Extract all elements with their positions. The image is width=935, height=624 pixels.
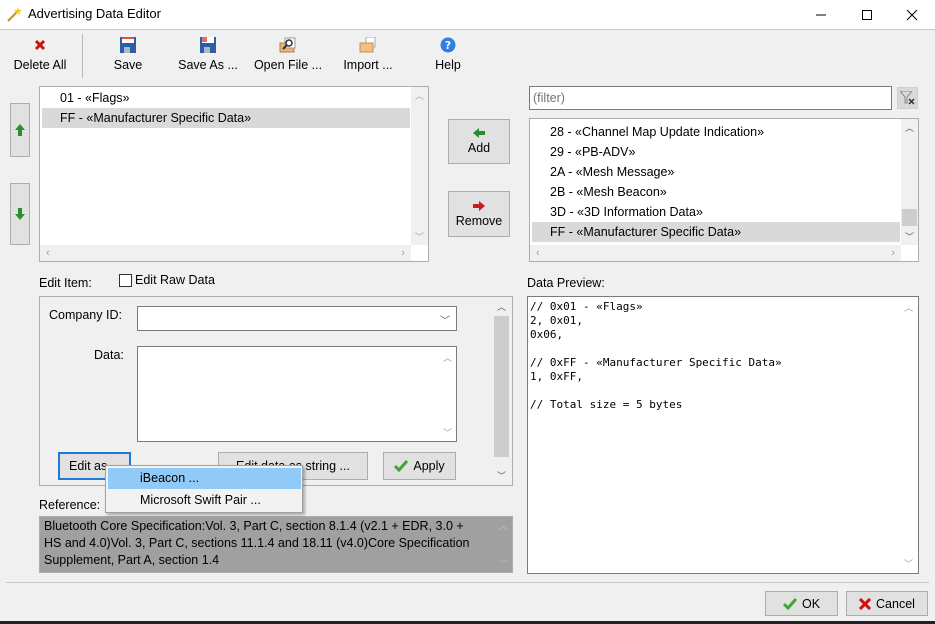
floppy-disk-icon: [119, 36, 137, 54]
scroll-up-icon[interactable]: ︿: [904, 301, 913, 314]
magic-wand-icon: [6, 5, 24, 23]
arrow-left-icon: [473, 128, 485, 138]
list-body: 28 - «Channel Map Update Indication» 29 …: [532, 122, 900, 242]
list-item[interactable]: 01 - «Flags»: [42, 88, 410, 108]
menu-item-ibeacon[interactable]: iBeacon ...: [108, 468, 301, 489]
minimize-button[interactable]: [798, 0, 844, 29]
help-icon: ?: [439, 36, 457, 54]
cancel-x-icon: [859, 597, 872, 610]
horizontal-scrollbar[interactable]: ‹ ›: [40, 245, 411, 261]
scroll-down-icon[interactable]: ﹀: [904, 557, 913, 570]
close-icon: [906, 9, 918, 20]
import-button[interactable]: Import ...: [336, 36, 400, 76]
floppy-disk-saveas-icon: [199, 36, 217, 54]
scroll-down-icon[interactable]: ﹀: [905, 230, 914, 243]
menu-item-microsoft-swift-pair[interactable]: Microsoft Swift Pair ...: [108, 490, 301, 511]
close-button[interactable]: [889, 0, 935, 29]
filter-input[interactable]: [529, 86, 892, 110]
help-button[interactable]: ? Help: [422, 36, 474, 76]
list-item[interactable]: 28 - «Channel Map Update Indication»: [532, 122, 900, 142]
vertical-scrollbar[interactable]: ︿ ﹀: [411, 87, 428, 245]
ok-button[interactable]: OK: [765, 591, 838, 616]
vertical-scrollbar[interactable]: ︿ ﹀: [493, 298, 511, 484]
vertical-scrollbar[interactable]: ︿ ﹀: [901, 119, 918, 245]
scroll-down-icon[interactable]: ﹀: [415, 230, 424, 243]
vertical-scrollbar[interactable]: ︿ ﹀: [495, 517, 512, 572]
minimize-icon: [816, 14, 826, 15]
scrollbar-thumb[interactable]: [494, 316, 509, 457]
data-textarea[interactable]: ︿ ﹀: [137, 346, 457, 442]
save-button[interactable]: Save: [100, 36, 156, 76]
open-file-button[interactable]: Open File ...: [252, 36, 324, 76]
list-item[interactable]: 2B - «Mesh Beacon»: [532, 182, 900, 202]
filter-clear-icon: [899, 91, 915, 105]
remove-button[interactable]: Remove: [448, 191, 510, 237]
data-label: Data:: [94, 348, 124, 362]
reference-label: Reference:: [39, 498, 101, 512]
scroll-left-icon[interactable]: ‹: [536, 247, 540, 259]
scroll-right-icon[interactable]: ›: [891, 247, 895, 259]
arrow-up-icon: [15, 124, 25, 136]
scroll-down-icon[interactable]: ﹀: [497, 469, 506, 482]
checkmark-icon: [394, 460, 409, 472]
scroll-up-icon[interactable]: ︿: [905, 121, 914, 134]
delete-all-button[interactable]: Delete All: [8, 36, 72, 76]
folder-search-icon: [279, 36, 297, 54]
list-item-selected[interactable]: FF - «Manufacturer Specific Data»: [532, 222, 900, 242]
folder-import-icon: [359, 36, 377, 54]
horizontal-scrollbar[interactable]: ‹ ›: [530, 245, 901, 261]
maximize-icon: [862, 9, 872, 20]
scroll-up-icon[interactable]: ︿: [415, 89, 424, 102]
toolbar-separator: [82, 34, 83, 78]
data-preview-label: Data Preview:: [527, 276, 605, 290]
data-preview-textbox[interactable]: // 0x01 - «Flags» 2, 0x01, 0x06, // 0xFF…: [527, 296, 919, 574]
chevron-down-icon[interactable]: ﹀: [440, 312, 450, 327]
scroll-right-icon[interactable]: ›: [401, 247, 405, 259]
reference-text: Bluetooth Core Specification:Vol. 3, Par…: [44, 519, 470, 567]
divider: [0, 29, 935, 30]
arrow-down-icon: [15, 208, 25, 220]
company-id-label: Company ID:: [49, 308, 122, 322]
edit-item-label: Edit Item:: [39, 276, 92, 290]
add-button[interactable]: Add: [448, 119, 510, 164]
scroll-down-icon[interactable]: ﹀: [443, 426, 452, 439]
available-items-list[interactable]: 28 - «Channel Map Update Indication» 29 …: [529, 118, 919, 262]
clear-filter-button[interactable]: [897, 87, 918, 109]
list-item-selected[interactable]: FF - «Manufacturer Specific Data»: [42, 108, 410, 128]
title-bar: Advertising Data Editor: [0, 0, 935, 29]
maximize-button[interactable]: [844, 0, 890, 29]
scroll-up-icon[interactable]: ︿: [497, 300, 506, 313]
scroll-up-icon[interactable]: ︿: [499, 519, 508, 532]
data-preview-text: // 0x01 - «Flags» 2, 0x01, 0x06, // 0xFF…: [530, 300, 782, 411]
arrow-right-icon: [473, 200, 485, 211]
scroll-up-icon[interactable]: ︿: [443, 351, 452, 364]
scroll-left-icon[interactable]: ‹: [46, 247, 50, 259]
list-item[interactable]: 3D - «3D Information Data»: [532, 202, 900, 222]
window-title: Advertising Data Editor: [28, 6, 161, 21]
selected-items-list[interactable]: 01 - «Flags» FF - «Manufacturer Specific…: [39, 86, 429, 262]
delete-x-icon: [31, 36, 49, 54]
edit-as-popup-menu: iBeacon ... Microsoft Swift Pair ...: [105, 465, 303, 513]
reference-textbox[interactable]: Bluetooth Core Specification:Vol. 3, Par…: [39, 516, 513, 573]
svg-text:?: ?: [445, 39, 451, 52]
save-as-button[interactable]: Save As ...: [176, 36, 240, 76]
move-up-button[interactable]: [10, 103, 30, 157]
cancel-button[interactable]: Cancel: [846, 591, 928, 616]
edit-raw-data-checkbox[interactable]: Edit Raw Data: [119, 273, 215, 287]
list-item[interactable]: 2A - «Mesh Message»: [532, 162, 900, 182]
company-id-combobox[interactable]: ﹀: [137, 306, 457, 331]
scroll-down-icon[interactable]: ﹀: [499, 557, 508, 570]
edit-item-panel: Company ID: ﹀ Data: ︿ ﹀ Edit as ... Edit…: [39, 296, 513, 486]
list-body: 01 - «Flags» FF - «Manufacturer Specific…: [42, 88, 410, 128]
apply-button[interactable]: Apply: [383, 452, 456, 480]
scrollbar-thumb[interactable]: [902, 209, 917, 226]
footer-divider: [6, 582, 929, 583]
move-down-button[interactable]: [10, 183, 30, 245]
list-item[interactable]: 29 - «PB-ADV»: [532, 142, 900, 162]
checkmark-icon: [782, 597, 797, 610]
checkbox-box[interactable]: [119, 273, 132, 287]
